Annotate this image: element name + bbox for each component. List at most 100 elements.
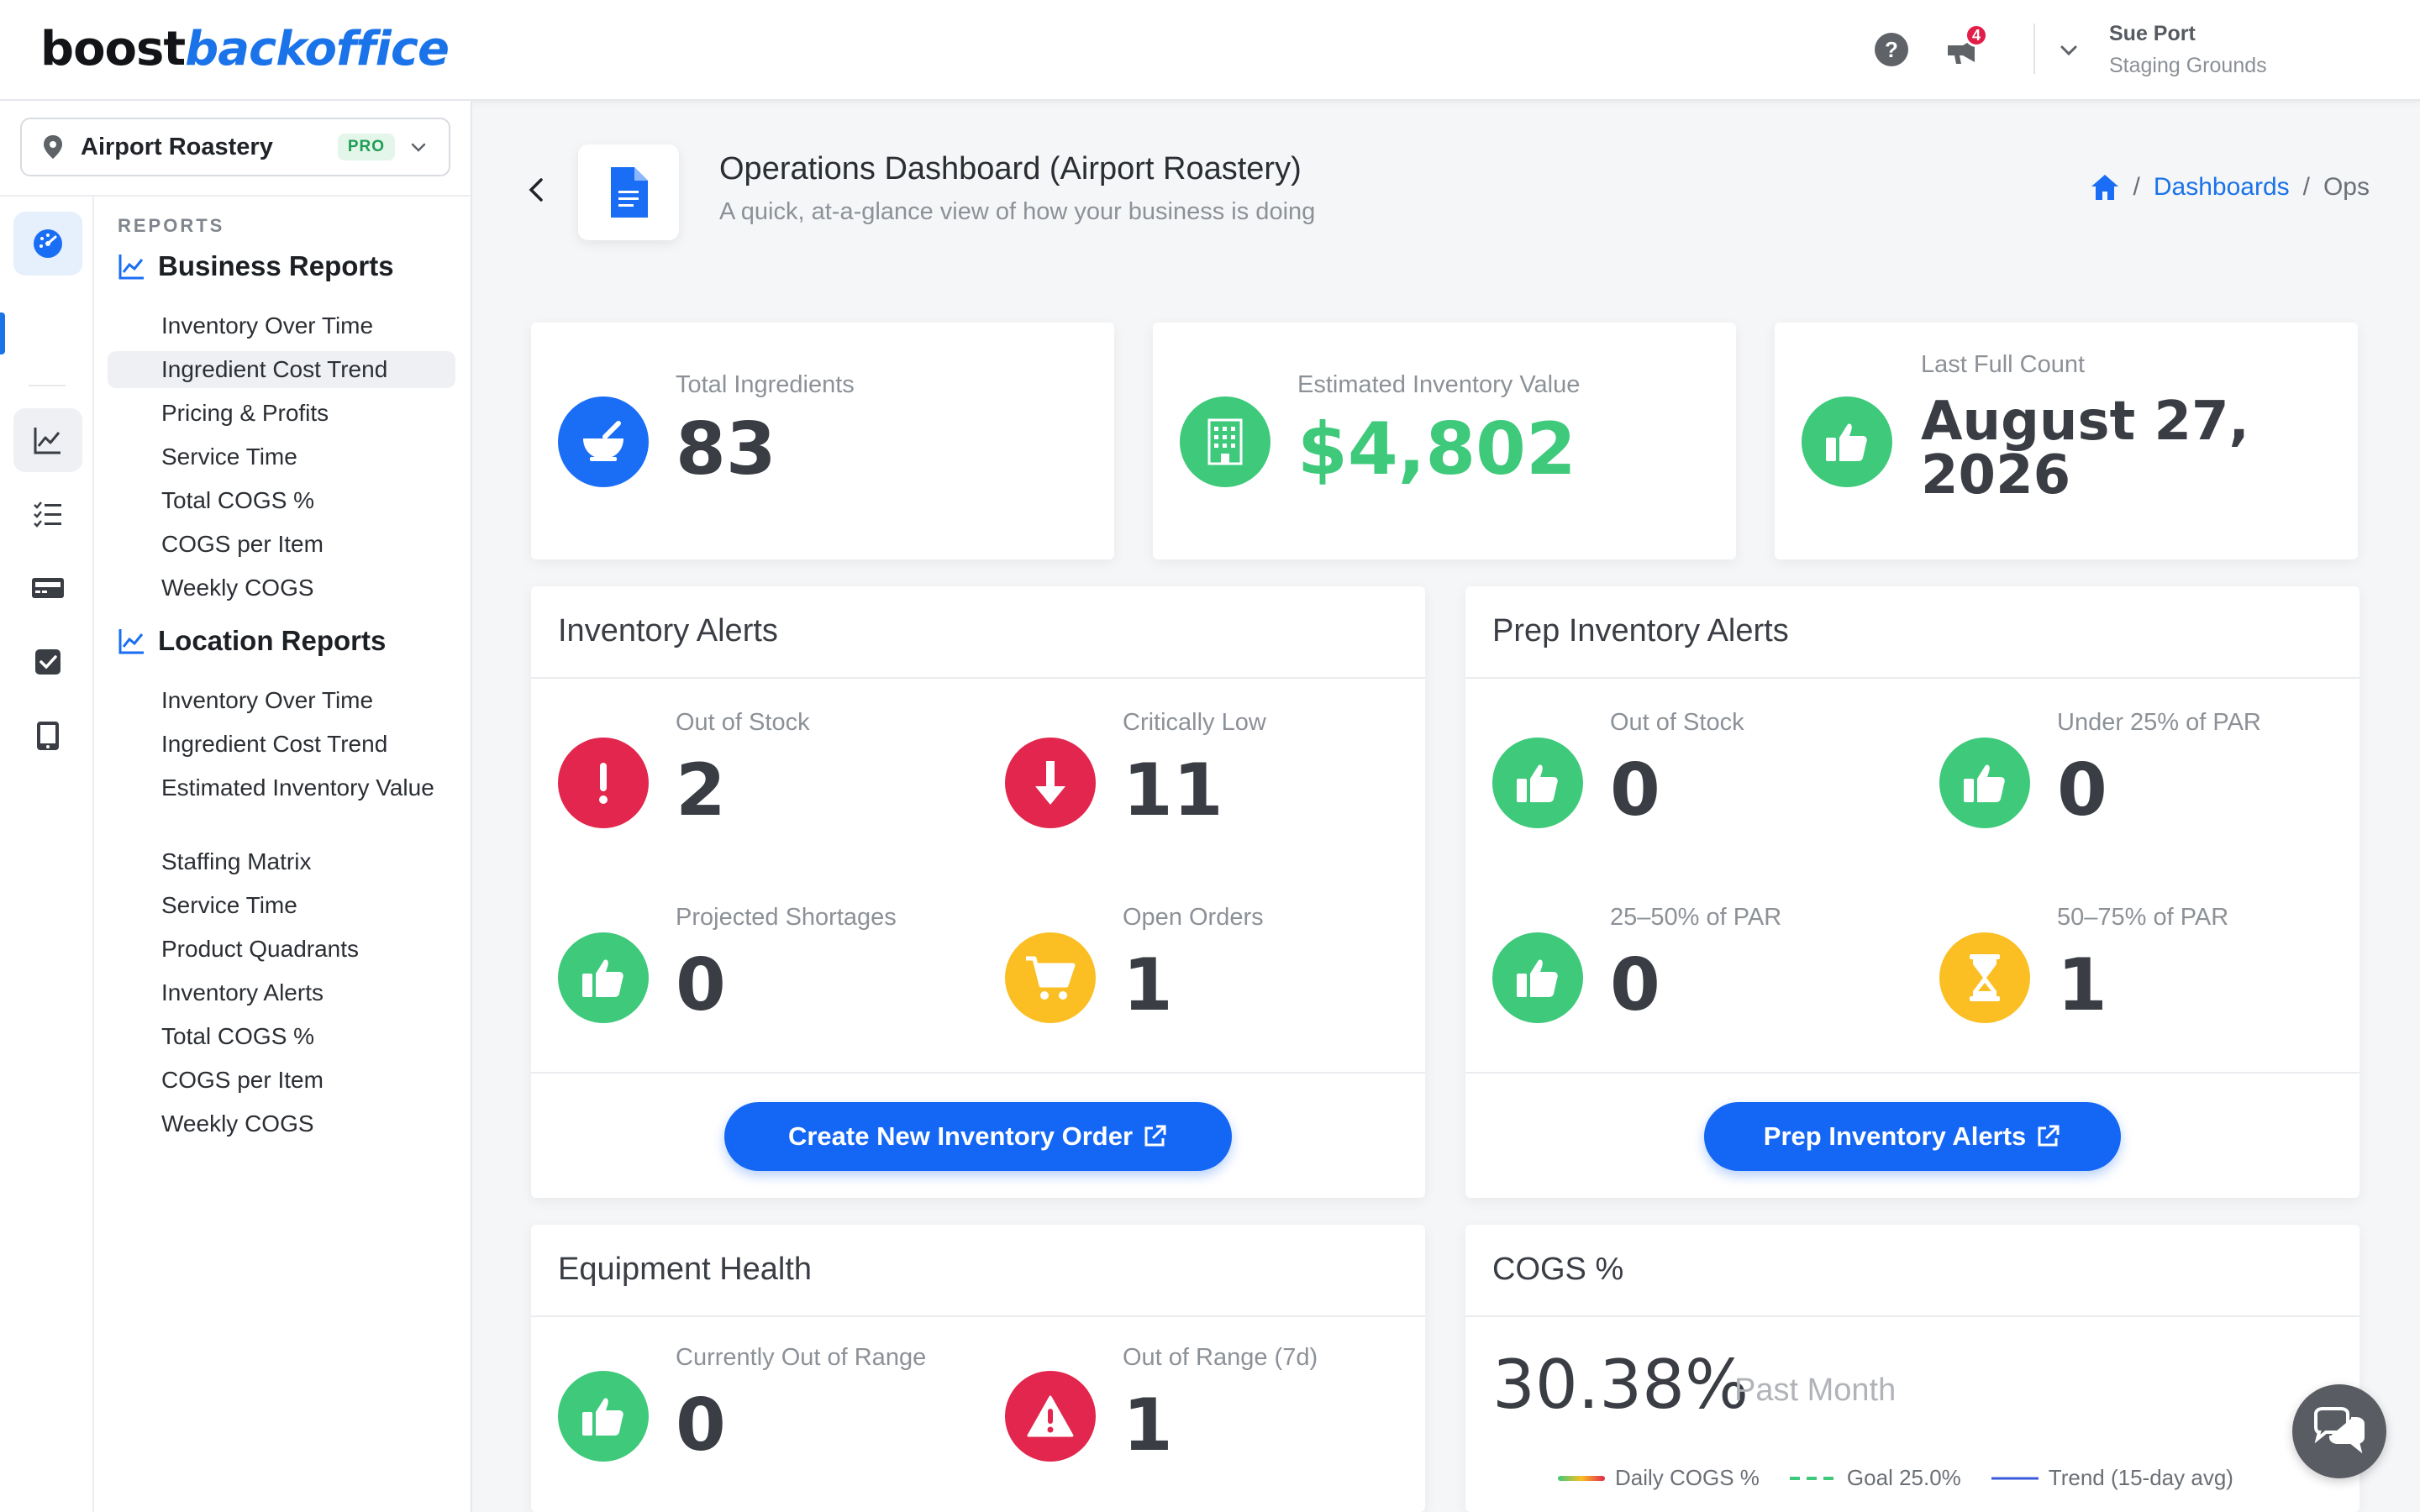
total-ingredients-card: Total Ingredients 83 <box>531 323 1114 559</box>
currently-out-of-range-value: 0 <box>676 1383 726 1467</box>
out-of-range-7d-label: Out of Range (7d) <box>1123 1344 1318 1371</box>
inventory-value-card: Estimated Inventory Value $4,802 <box>1153 323 1736 559</box>
inventory-value-label: Estimated Inventory Value <box>1297 371 1581 398</box>
menu-item-business-service-time[interactable]: Service Time <box>108 438 455 475</box>
prep-alerts-title: Prep Inventory Alerts <box>1492 613 1789 648</box>
checkbox-icon <box>35 649 60 675</box>
menu-item-location-cogs-per-item[interactable]: COGS per Item <box>108 1062 455 1099</box>
location-selector[interactable]: Airport Roastery PRO <box>20 118 450 176</box>
menu-item-location-inventory-over-time[interactable]: Inventory Over Time <box>108 682 455 719</box>
app-logo[interactable]: boost backoffice <box>40 22 450 76</box>
menu-item-location-staffing-matrix[interactable]: Staffing Matrix <box>108 843 455 880</box>
card-reader-icon <box>32 578 64 598</box>
chat-icon <box>2314 1407 2365 1454</box>
inventory-alerts-title: Inventory Alerts <box>558 613 778 648</box>
thumbs-up-icon <box>1492 932 1583 1023</box>
breadcrumb-dashboards[interactable]: Dashboards <box>2154 173 2290 202</box>
equipment-health-title: Equipment Health <box>558 1252 813 1287</box>
critically-low-value: 11 <box>1123 748 1223 832</box>
out-of-range-7d-value: 1 <box>1123 1383 1173 1467</box>
rail-tasks[interactable] <box>13 482 82 546</box>
rail-checklists[interactable] <box>13 630 82 694</box>
last-count-card: Last Full Count August 27, 2026 <box>1775 323 2358 559</box>
legend-daily-cogs[interactable]: Daily COGS % <box>1558 1465 1760 1491</box>
chat-button[interactable] <box>2292 1384 2386 1478</box>
tablet-icon <box>37 722 59 750</box>
under-25-par-label: Under 25% of PAR <box>2057 709 2261 736</box>
chart-legend: Daily COGS % Goal 25.0% Trend (15-day av… <box>1558 1465 2233 1491</box>
exclamation-icon <box>558 738 649 828</box>
icon-rail <box>0 195 94 1512</box>
menu-item-business-inventory-over-time[interactable]: Inventory Over Time <box>108 307 455 344</box>
menu-item-location-weekly-cogs[interactable]: Weekly COGS <box>108 1105 455 1142</box>
help-icon[interactable]: ? <box>1874 32 1909 67</box>
line-chart-icon <box>34 428 60 454</box>
rail-dashboard[interactable] <box>13 212 82 276</box>
out-of-stock-value: 2 <box>676 748 726 832</box>
rail-pos[interactable] <box>13 556 82 620</box>
home-icon[interactable] <box>2090 173 2120 202</box>
card-divider <box>531 1315 1425 1317</box>
breadcrumb-current: Ops <box>2323 173 2370 201</box>
menu-item-business-cogs-per-item[interactable]: COGS per Item <box>108 526 455 563</box>
menu-item-business-ingredient-cost-trend[interactable]: Ingredient Cost Trend <box>108 351 455 388</box>
menu-item-location-inventory-alerts[interactable]: Inventory Alerts <box>108 974 455 1011</box>
create-inventory-order-label: Create New Inventory Order <box>787 1121 1134 1151</box>
external-link-icon <box>2038 1125 2060 1147</box>
user-organization[interactable]: Staging Grounds <box>2109 54 2267 78</box>
par-25-50-label: 25–50% of PAR <box>1610 904 1782 931</box>
chevron-down-icon <box>411 143 426 152</box>
legend-goal[interactable]: Goal 25.0% <box>1789 1465 1961 1491</box>
thumbs-up-icon <box>1939 738 2030 828</box>
menu-item-location-product-quadrants[interactable]: Product Quadrants <box>108 931 455 968</box>
notification-badge: 4 <box>1965 24 1988 47</box>
cogs-card: COGS % 30.38% Past Month Daily COGS % Go… <box>1465 1225 2360 1512</box>
announcements-button[interactable]: 4 <box>1944 24 1988 67</box>
reports-menu: REPORTS Business Reports Inventory Over … <box>94 195 471 1512</box>
prep-out-of-stock-label: Out of Stock <box>1610 709 1744 736</box>
rail-reports[interactable] <box>13 408 82 472</box>
thumbs-up-icon <box>558 1371 649 1462</box>
menu-item-business-weekly-cogs[interactable]: Weekly COGS <box>108 570 455 606</box>
user-name[interactable]: Sue Port <box>2109 22 2196 46</box>
prep-out-of-stock-value: 0 <box>1610 748 1660 832</box>
svg-text:?: ? <box>1885 37 1898 62</box>
menu-item-location-service-time[interactable]: Service Time <box>108 887 455 924</box>
header-divider <box>2033 24 2035 74</box>
chevron-down-icon[interactable] <box>2055 37 2082 64</box>
warning-triangle-icon <box>1005 1371 1096 1462</box>
open-orders-value: 1 <box>1123 943 1173 1027</box>
menu-item-location-ingredient-cost-trend[interactable]: Ingredient Cost Trend <box>108 726 455 763</box>
par-50-75-value: 1 <box>2057 943 2107 1027</box>
menu-item-business-pricing-profits[interactable]: Pricing & Profits <box>108 395 455 432</box>
menu-item-business-total-cogs[interactable]: Total COGS % <box>108 482 455 519</box>
arrow-down-icon <box>1005 738 1096 828</box>
card-divider <box>1465 1315 2360 1317</box>
external-link-icon <box>1144 1125 1166 1147</box>
projected-shortages-label: Projected Shortages <box>676 904 897 931</box>
menu-item-location-total-cogs[interactable]: Total COGS % <box>108 1018 455 1055</box>
logo-text-backoffice: backoffice <box>185 22 450 76</box>
card-divider <box>531 677 1425 679</box>
document-icon <box>611 167 648 218</box>
rail-tablet[interactable] <box>13 704 82 768</box>
menu-item-location-estimated-inventory-value[interactable]: Estimated Inventory Value <box>108 769 455 806</box>
open-orders-label: Open Orders <box>1123 904 1264 931</box>
card-divider <box>1465 677 2360 679</box>
top-header: boost backoffice ? 4 Sue Port Staging Gro… <box>0 0 2420 101</box>
thumbs-up-icon <box>1802 396 1892 487</box>
back-arrow-icon[interactable] <box>521 175 551 205</box>
prep-inventory-alerts-button[interactable]: Prep Inventory Alerts <box>1704 1102 2121 1171</box>
page-icon <box>578 144 679 240</box>
thumbs-up-icon <box>558 932 649 1023</box>
legend-trend[interactable]: Trend (15-day avg) <box>1991 1465 2233 1491</box>
create-inventory-order-button[interactable]: Create New Inventory Order <box>724 1102 1232 1171</box>
breadcrumb-separator: / <box>2133 173 2140 201</box>
thumbs-up-icon <box>1492 738 1583 828</box>
cogs-percentage: 30.38% <box>1492 1346 1749 1424</box>
dashed-line-icon <box>1789 1476 1837 1480</box>
map-pin-icon <box>44 135 62 159</box>
plan-badge: PRO <box>337 134 395 160</box>
location-reports-label: Location Reports <box>158 625 387 656</box>
checklist-icon <box>34 501 61 528</box>
